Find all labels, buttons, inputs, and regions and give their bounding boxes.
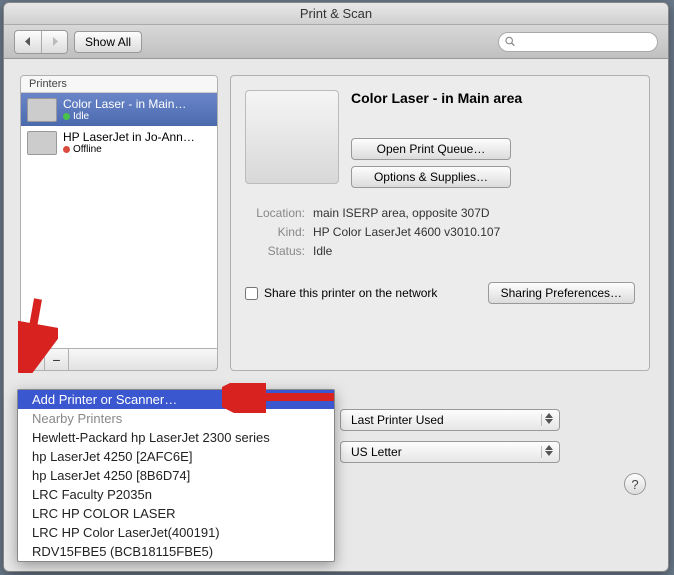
menu-nearby-header: Nearby Printers [18, 409, 334, 428]
printers-list: Printers Color Laser - in Main… Idle HP … [20, 75, 218, 349]
preferences-window: Print & Scan Show All Printers Color Las… [3, 2, 669, 572]
printer-icon [27, 98, 57, 122]
printer-status: Idle [63, 111, 186, 122]
help-button[interactable]: ? [624, 473, 646, 495]
menu-nearby-item[interactable]: LRC HP COLOR LASER [18, 504, 334, 523]
default-printer-dropdown[interactable]: Last Printer Used [340, 409, 560, 431]
search-input[interactable] [515, 36, 651, 48]
detail-title: Color Laser - in Main area [351, 90, 522, 106]
show-all-button[interactable]: Show All [74, 31, 142, 53]
menu-nearby-item[interactable]: LRC HP Color LaserJet(400191) [18, 523, 334, 542]
printers-header: Printers [21, 76, 217, 93]
kind-label: Kind: [245, 225, 305, 239]
status-dot-icon [63, 113, 70, 120]
add-printer-button[interactable]: + [21, 349, 45, 370]
printer-image [245, 90, 339, 184]
menu-add-printer[interactable]: Add Printer or Scanner… [18, 390, 334, 409]
printer-name: Color Laser - in Main… [63, 97, 186, 111]
location-label: Location: [245, 206, 305, 220]
status-label: Status: [245, 244, 305, 258]
printer-row[interactable]: HP LaserJet in Jo-Ann… Offline [21, 126, 217, 159]
printer-status: Offline [63, 144, 195, 155]
printer-row[interactable]: Color Laser - in Main… Idle [21, 93, 217, 126]
add-remove-bar: + − [20, 349, 218, 371]
printer-detail-panel: Color Laser - in Main area Open Print Qu… [230, 75, 650, 371]
window-title: Print & Scan [4, 3, 668, 25]
add-printer-popup-menu: Add Printer or Scanner… Nearby Printers … [17, 389, 335, 562]
location-value: main ISERP area, opposite 307D [313, 206, 490, 220]
open-print-queue-button[interactable]: Open Print Queue… [351, 138, 511, 160]
kind-value: HP Color LaserJet 4600 v3010.107 [313, 225, 500, 239]
status-dot-icon [63, 146, 70, 153]
share-label: Share this printer on the network [264, 286, 437, 300]
remove-printer-button[interactable]: − [45, 349, 69, 370]
printer-name: HP LaserJet in Jo-Ann… [63, 130, 195, 144]
options-supplies-button[interactable]: Options & Supplies… [351, 166, 511, 188]
back-button[interactable] [15, 31, 41, 53]
nav-buttons [14, 30, 68, 54]
menu-nearby-item[interactable]: RDV15FBE5 (BCB18115FBE5) [18, 542, 334, 561]
forward-button[interactable] [41, 31, 67, 53]
printer-icon [27, 131, 57, 155]
paper-size-dropdown[interactable]: US Letter [340, 441, 560, 463]
menu-nearby-item[interactable]: hp LaserJet 4250 [2AFC6E] [18, 447, 334, 466]
search-icon [505, 36, 515, 47]
status-value: Idle [313, 244, 332, 258]
menu-nearby-item[interactable]: hp LaserJet 4250 [8B6D74] [18, 466, 334, 485]
share-checkbox[interactable] [245, 287, 258, 300]
sharing-preferences-button[interactable]: Sharing Preferences… [488, 282, 635, 304]
menu-nearby-item[interactable]: Hewlett-Packard hp LaserJet 2300 series [18, 428, 334, 447]
menu-nearby-item[interactable]: LRC Faculty P2035n [18, 485, 334, 504]
toolbar: Show All [4, 25, 668, 59]
search-field[interactable] [498, 32, 658, 52]
